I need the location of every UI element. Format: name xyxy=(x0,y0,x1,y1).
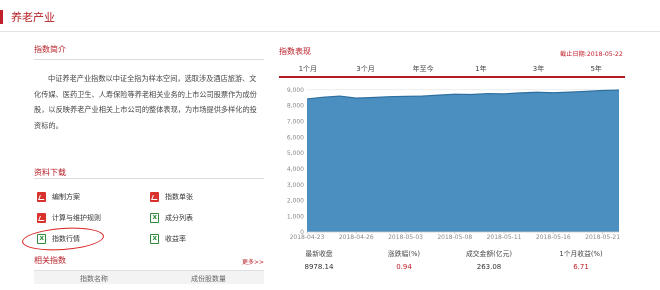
x-tick-label: 2018-05-16 xyxy=(536,234,571,240)
stat-value: 8978.14 xyxy=(304,263,334,271)
x-tick-label: 2018-05-11 xyxy=(487,234,522,240)
y-tick-label: 3,000 xyxy=(287,182,304,189)
stat-value: 0.94 xyxy=(396,263,412,271)
tab-5-years[interactable]: 5年 xyxy=(567,62,625,76)
download-label: 计算与维护规则 xyxy=(52,214,101,222)
stat-label: 成交金额(亿元) xyxy=(465,250,513,258)
y-tick-label: 2,000 xyxy=(287,198,304,205)
related-table-header: 指数名称 成份股数量 xyxy=(34,270,264,284)
stat-label: 涨跌幅(%) xyxy=(387,250,421,258)
tab-ytd[interactable]: 年至今 xyxy=(394,62,452,76)
stat-1-month-return: 1个月收益(%) 6.71 xyxy=(541,248,621,271)
as-of-date: 截止日期:2018-05-22 xyxy=(560,51,623,58)
download-factsheet[interactable]: 指数单张 xyxy=(150,191,193,203)
download-label: 指数单张 xyxy=(165,193,193,201)
x-tick-label: 2018-04-26 xyxy=(339,234,374,240)
y-tick-label: 7,000 xyxy=(287,119,304,126)
downloads-divider xyxy=(34,178,264,179)
column-header: 指数名称 xyxy=(80,275,108,283)
y-tick-label: 5,000 xyxy=(287,150,304,157)
red-circle-annotation xyxy=(21,225,105,253)
x-tick-label: 2018-05-21 xyxy=(585,234,620,240)
intro-title: 指数简介 xyxy=(34,45,66,54)
download-methodology[interactable]: 计算与维护规则 xyxy=(37,212,101,224)
page-title: 养老产业 xyxy=(11,11,55,24)
tab-3-months[interactable]: 3个月 xyxy=(337,62,395,76)
stat-value: 263.08 xyxy=(476,263,502,271)
download-label: 编制方案 xyxy=(52,193,80,201)
y-tick-label: 6,000 xyxy=(287,134,304,141)
y-tick-label: 4,000 xyxy=(287,166,304,173)
download-compilation-scheme[interactable]: 编制方案 xyxy=(37,191,80,203)
stat-value: 6.71 xyxy=(573,263,589,271)
tab-1-year[interactable]: 1年 xyxy=(452,62,510,76)
stat-turnover: 成交金额(亿元) 263.08 xyxy=(449,248,529,271)
pdf-icon xyxy=(150,192,159,202)
intro-divider xyxy=(34,59,264,60)
related-title: 相关指数 xyxy=(34,256,66,265)
download-label: 成分列表 xyxy=(165,214,193,222)
tab-1-month[interactable]: 1个月 xyxy=(279,62,337,76)
excel-icon xyxy=(150,213,159,223)
stat-change-pct: 涨跌幅(%) 0.94 xyxy=(364,248,444,271)
download-returns[interactable]: 收益率 xyxy=(150,233,186,245)
stat-label: 1个月收益(%) xyxy=(559,250,603,258)
x-tick-label: 2018-05-03 xyxy=(388,234,423,240)
x-tick-label: 2018-05-08 xyxy=(437,234,472,240)
pdf-icon xyxy=(37,213,46,223)
more-link[interactable]: 更多>> xyxy=(242,257,264,266)
download-constituents[interactable]: 成分列表 xyxy=(150,212,193,224)
index-performance-chart: 01,0002,0003,0004,0005,0006,0007,0008,00… xyxy=(287,87,620,240)
y-tick-label: 9,000 xyxy=(287,87,304,94)
period-tabs: 1个月 3个月 年至今 1年 3年 5年 xyxy=(279,62,625,78)
stat-label: 最新收盘 xyxy=(305,250,333,258)
column-header: 成份股数量 xyxy=(191,275,226,283)
pdf-icon xyxy=(37,192,46,202)
area-series xyxy=(307,90,619,232)
download-label: 收益率 xyxy=(165,235,186,243)
y-tick-label: 8,000 xyxy=(287,103,304,110)
header-accent-bar xyxy=(0,10,3,24)
page-header: 养老产业 xyxy=(0,0,660,32)
downloads-title: 资料下载 xyxy=(34,168,66,177)
x-tick-label: 2018-04-23 xyxy=(290,234,325,240)
tab-3-years[interactable]: 3年 xyxy=(510,62,568,76)
intro-section: 指数简介 中证养老产业指数以中证全指为样本空间，选取涉及酒店旅游、文化传媒、医药… xyxy=(34,44,264,133)
performance-title: 指数表现 xyxy=(279,47,311,56)
stat-latest-close: 最新收盘 8978.14 xyxy=(279,248,359,271)
y-tick-label: 1,000 xyxy=(287,213,304,220)
intro-text: 中证养老产业指数以中证全指为样本空间，选取涉及酒店旅游、文化传媒、医药卫生、人寿… xyxy=(34,74,257,130)
excel-icon xyxy=(150,234,159,244)
